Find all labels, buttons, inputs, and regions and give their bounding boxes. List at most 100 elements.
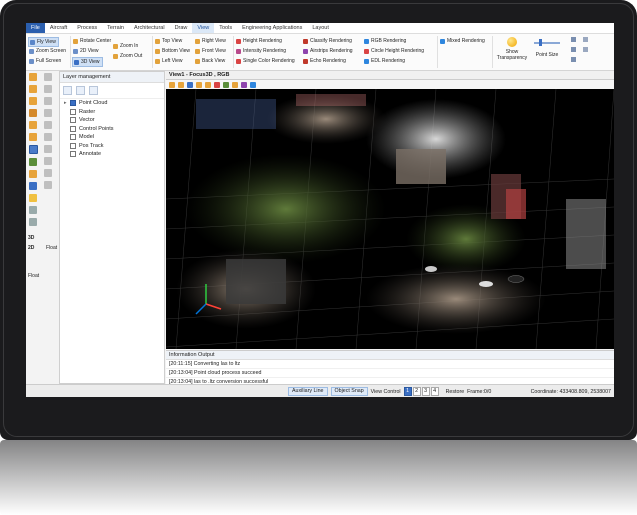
layer-checkbox[interactable] [70, 134, 76, 141]
float-label[interactable]: Float [46, 245, 57, 251]
viewport-tool-icon[interactable] [241, 81, 247, 88]
tool-icon[interactable] [44, 169, 52, 177]
tool-icon[interactable] [44, 73, 52, 81]
2d-view-button[interactable]: 2D View [72, 47, 101, 55]
tool-icon[interactable] [29, 182, 37, 190]
right-view-button[interactable]: Right View [194, 37, 228, 45]
tool-icon[interactable] [29, 109, 37, 117]
single-color-rendering-button[interactable]: Single Color Rendering [235, 57, 297, 65]
viewport-tool-icon[interactable] [169, 81, 175, 88]
layer-item-vector[interactable]: Vector [60, 116, 164, 125]
view-page-3-button[interactable]: 3 [421, 387, 430, 396]
tool-icon[interactable] [44, 145, 52, 153]
viewport-tool-icon[interactable] [214, 81, 220, 88]
left-view-button[interactable]: Left View [154, 57, 184, 65]
layer-item-control-points[interactable]: Control Points [60, 125, 164, 134]
front-view-button[interactable]: Front View [194, 47, 228, 55]
tool-icon[interactable] [29, 73, 37, 81]
tool-icon[interactable] [44, 109, 52, 117]
tool-icon[interactable] [29, 194, 37, 202]
view-page-4-button[interactable]: 4 [430, 387, 439, 396]
circle-height-rendering-button[interactable]: Circle Height Rendering [363, 47, 426, 55]
menu-view[interactable]: View [192, 23, 215, 33]
layer-checkbox[interactable] [70, 142, 76, 149]
viewport-tool-icon[interactable] [250, 81, 256, 88]
zoom-screen-button[interactable]: Zoom Screen [28, 47, 68, 55]
menu-architectural[interactable]: Architectural [129, 23, 170, 33]
tool-icon[interactable] [29, 158, 37, 166]
layer-item-point-cloud[interactable]: ▸ Point Cloud [60, 99, 164, 108]
intensity-rendering-button[interactable]: Intensity Rendering [235, 47, 288, 55]
edl-rendering-button[interactable]: EDL Rendering [363, 57, 407, 65]
tool-icon[interactable] [29, 85, 37, 93]
tool-icon[interactable] [44, 97, 52, 105]
viewport-tool-icon[interactable] [232, 81, 238, 88]
menu-process[interactable]: Process [72, 23, 102, 33]
airstrips-rendering-button[interactable]: Airstrips Rendering [302, 47, 355, 55]
info-icon[interactable] [583, 47, 588, 52]
echo-rendering-button[interactable]: Echo Rendering [302, 57, 348, 65]
menu-layout[interactable]: Layout [307, 23, 334, 33]
restore-button[interactable]: Restore [446, 389, 465, 395]
float-label-bottom[interactable]: Float [28, 273, 39, 279]
layer-item-raster[interactable]: Raster [60, 108, 164, 117]
layout-icon[interactable] [571, 47, 576, 52]
viewport-tool-icon[interactable] [187, 81, 193, 88]
tool-icon[interactable] [44, 181, 52, 189]
help-icon[interactable] [583, 37, 588, 42]
tool-icon[interactable] [29, 145, 38, 154]
point-size-slider-knob[interactable] [539, 39, 542, 46]
menu-terrain[interactable]: Terrain [102, 23, 129, 33]
object-snap-button[interactable]: Object Snap [330, 387, 368, 396]
layer-add-icon[interactable] [76, 86, 85, 95]
fly-view-button[interactable]: Fly View [28, 37, 59, 47]
tool-icon[interactable] [44, 157, 52, 165]
view-page-2-button[interactable]: 2 [412, 387, 421, 396]
view-page-1-button[interactable]: 1 [403, 387, 412, 396]
3d-mode-label[interactable]: 3D [28, 235, 34, 241]
rgb-rendering-button[interactable]: RGB Rendering [363, 37, 408, 45]
tool-icon[interactable] [29, 121, 37, 129]
settings-icon[interactable] [571, 37, 576, 42]
tool-icon[interactable] [44, 121, 52, 129]
viewport-tool-icon[interactable] [178, 81, 184, 88]
show-transparency-button[interactable]: Show Transparency [494, 37, 530, 61]
viewport-tool-icon[interactable] [223, 81, 229, 88]
tool-icon[interactable] [44, 133, 52, 141]
layer-checkbox[interactable] [70, 151, 76, 158]
grid-icon[interactable] [571, 57, 576, 62]
height-rendering-button[interactable]: Height Rendering [235, 37, 284, 45]
tool-icon[interactable] [29, 218, 37, 226]
layer-checkbox[interactable] [70, 108, 76, 115]
tool-icon[interactable] [29, 170, 37, 178]
menu-draw[interactable]: Draw [170, 23, 193, 33]
zoom-out-button[interactable]: Zoom Out [112, 52, 144, 60]
tool-icon[interactable] [29, 133, 37, 141]
back-view-button[interactable]: Back View [194, 57, 227, 65]
layer-list-icon[interactable] [63, 86, 72, 95]
3d-view-button[interactable]: 3D View [72, 57, 103, 67]
layer-item-pos-track[interactable]: Pos Track [60, 142, 164, 151]
viewport-tool-icon[interactable] [196, 81, 202, 88]
bottom-view-button[interactable]: Bottom View [154, 47, 192, 55]
tool-icon[interactable] [44, 85, 52, 93]
menu-aircraft[interactable]: Aircraft [45, 23, 72, 33]
layer-checkbox[interactable] [70, 117, 76, 124]
full-screen-button[interactable]: Full Screen [28, 57, 63, 65]
menu-tools[interactable]: Tools [214, 23, 237, 33]
zoom-in-button[interactable]: Zoom In [112, 42, 140, 50]
layer-item-annotate[interactable]: Annotate [60, 150, 164, 159]
top-view-button[interactable]: Top View [154, 37, 184, 45]
tool-icon[interactable] [29, 97, 37, 105]
tool-icon[interactable] [29, 206, 37, 214]
layer-remove-icon[interactable] [89, 86, 98, 95]
menu-engineering-applications[interactable]: Engineering Applications [237, 23, 307, 33]
rotate-center-button[interactable]: Rotate Center [72, 37, 113, 45]
menu-file[interactable]: File [26, 23, 45, 33]
layer-checkbox[interactable] [70, 125, 76, 132]
point-size-slider-track[interactable] [534, 42, 560, 44]
2d-mode-label[interactable]: 2D [28, 245, 34, 251]
point-cloud-viewport[interactable] [166, 89, 614, 349]
expand-arrow-icon[interactable]: ▸ [64, 100, 68, 106]
layer-item-model[interactable]: Model [60, 133, 164, 142]
